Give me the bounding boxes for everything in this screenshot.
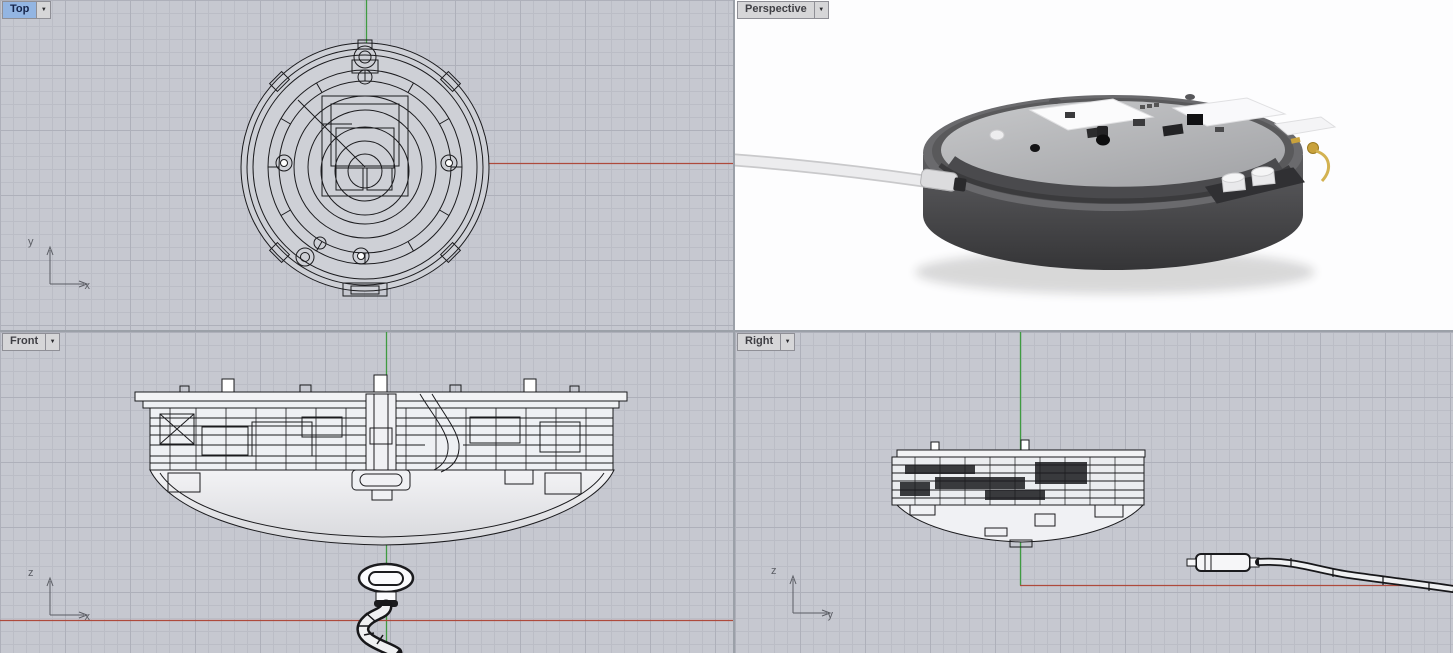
axis-label-horizontal: x: [84, 611, 91, 623]
axis-arrows-icon: [789, 574, 832, 617]
axis-arrows-icon: [46, 245, 89, 288]
top-viewport-canvas[interactable]: [0, 0, 733, 330]
axis-label-horizontal: y: [827, 609, 834, 621]
axis-label-vertical: z: [771, 565, 777, 577]
chevron-down-icon[interactable]: ▼: [37, 1, 52, 19]
perspective-viewport-canvas[interactable]: [735, 0, 1453, 330]
viewport-tab-right[interactable]: Right ▼: [737, 333, 796, 351]
viewport-right[interactable]: Right ▼ z y: [735, 332, 1453, 653]
axis-arrows-icon: [46, 576, 89, 619]
power-cable: [356, 562, 415, 653]
viewport-top[interactable]: Top ▼ y x: [0, 0, 733, 330]
axis-indicator-front: z x: [28, 567, 92, 623]
cad-four-viewport-layout: Top ▼ y x Perspective ▼ Front ▼ z x Righ…: [0, 0, 1453, 653]
viewport-front[interactable]: Front ▼ z x: [0, 332, 733, 653]
viewport-tab-top[interactable]: Top ▼: [2, 1, 52, 19]
front-viewport-canvas[interactable]: [0, 332, 733, 653]
viewport-title-right[interactable]: Right: [737, 333, 782, 351]
viewport-title-front[interactable]: Front: [2, 333, 47, 351]
axis-label-vertical: y: [28, 236, 34, 248]
axis-indicator-top: y x: [28, 236, 92, 292]
chevron-down-icon[interactable]: ▼: [781, 333, 796, 351]
chevron-down-icon[interactable]: ▼: [814, 1, 829, 19]
viewport-title-perspective[interactable]: Perspective: [737, 1, 815, 19]
axis-indicator-right: z y: [771, 565, 835, 621]
chevron-down-icon[interactable]: ▼: [46, 333, 61, 351]
viewport-tab-perspective[interactable]: Perspective ▼: [737, 1, 829, 19]
axis-label-horizontal: x: [84, 280, 91, 292]
viewport-title-top[interactable]: Top: [2, 1, 38, 19]
top-view-wireframe: [240, 39, 490, 297]
right-viewport-canvas[interactable]: [735, 332, 1453, 653]
front-view-wireframe: [134, 374, 628, 546]
viewport-perspective[interactable]: Perspective ▼: [735, 0, 1453, 330]
viewport-tab-front[interactable]: Front ▼: [2, 333, 61, 351]
right-view-wireframe: [891, 439, 1146, 548]
axis-label-vertical: z: [28, 567, 34, 579]
